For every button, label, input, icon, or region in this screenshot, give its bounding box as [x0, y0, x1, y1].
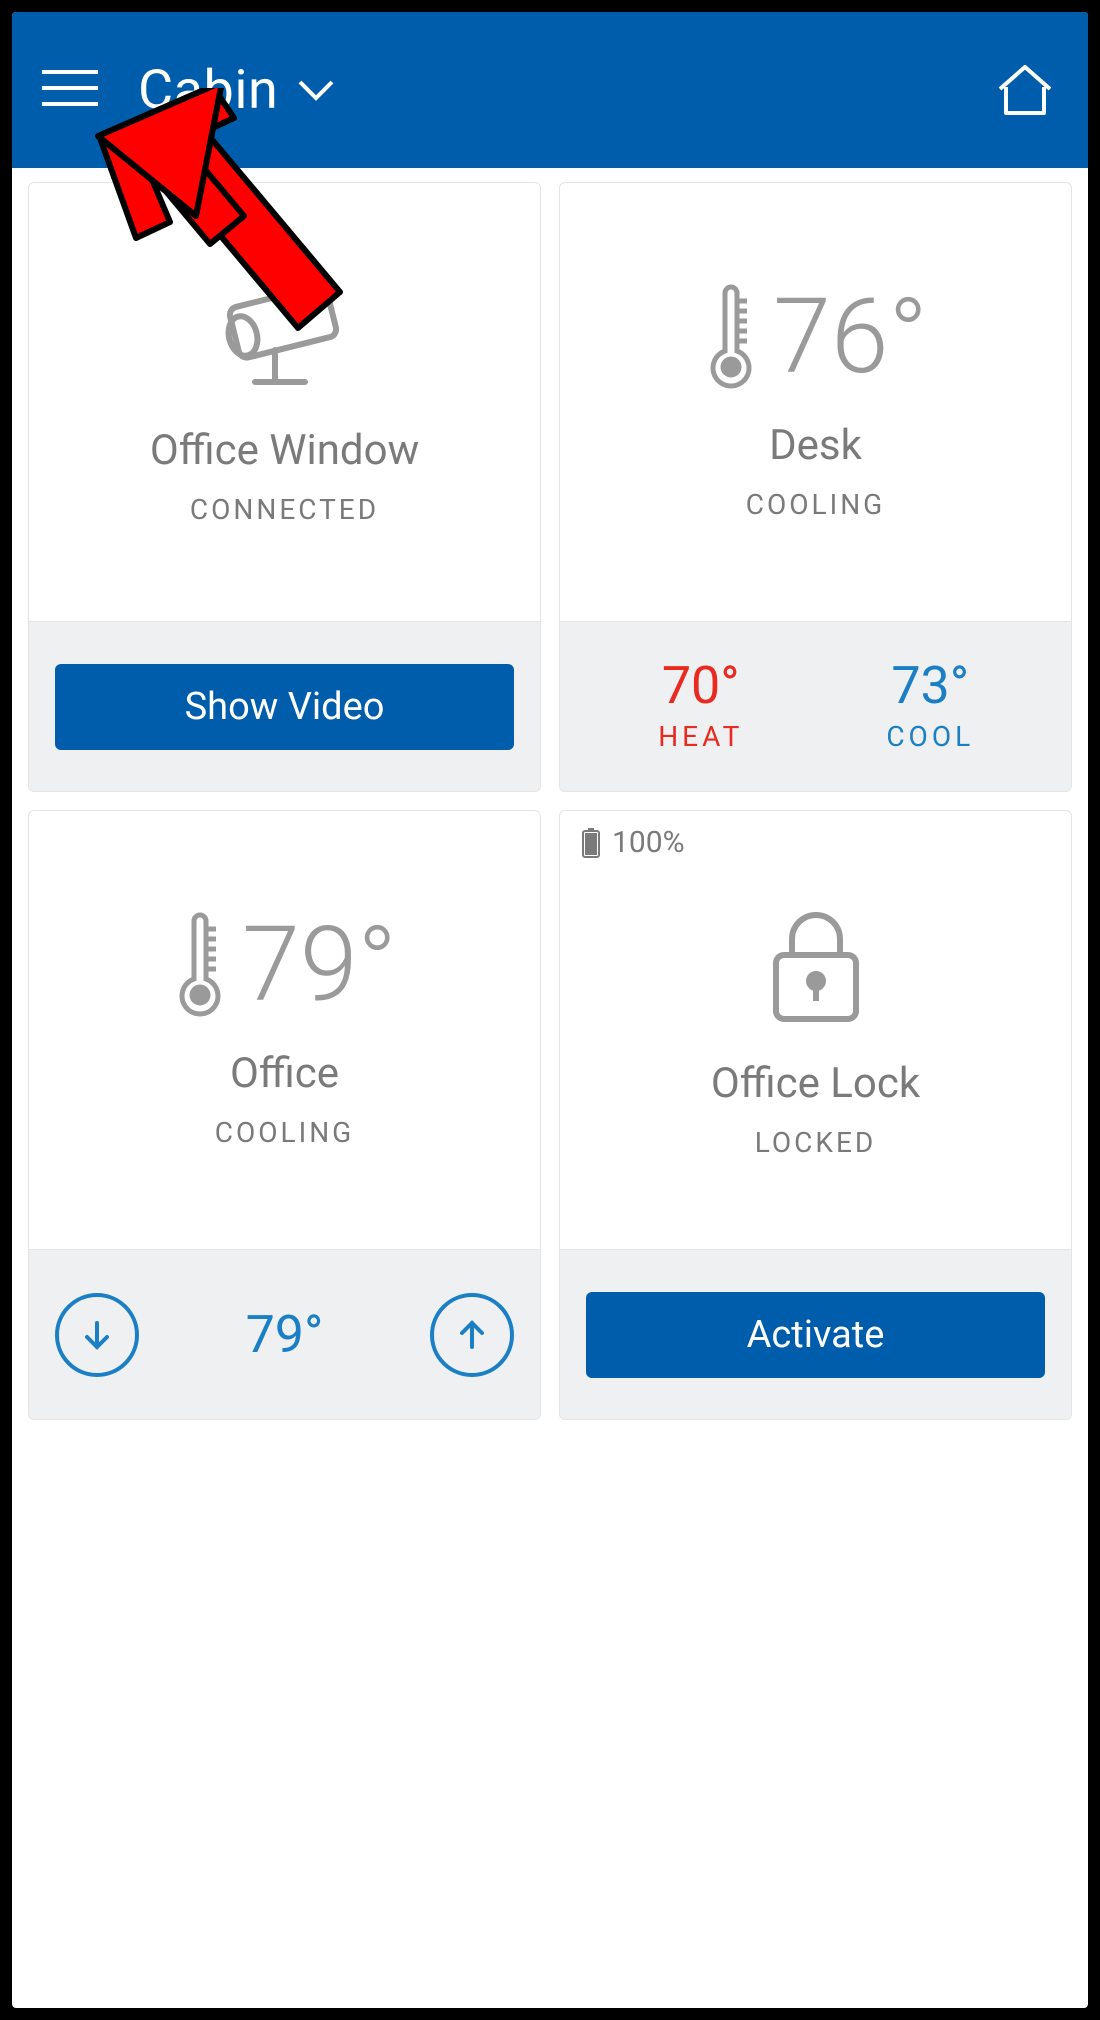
- tile-name: Desk: [769, 421, 862, 470]
- tile-footer: Show Video: [29, 621, 540, 791]
- lock-icon: [756, 901, 876, 1031]
- tile-status: COOLING: [746, 488, 886, 521]
- app-frame: Cabin: [12, 12, 1088, 2008]
- current-temp: 76°: [703, 283, 928, 393]
- location-dropdown[interactable]: Cabin: [138, 59, 336, 122]
- activate-button[interactable]: Activate: [586, 1292, 1045, 1378]
- tile-footer: Activate: [560, 1249, 1071, 1419]
- tile-camera[interactable]: Office Window CONNECTED Show Video: [28, 182, 541, 792]
- battery-value: 100%: [612, 825, 685, 860]
- arrow-down-icon: [79, 1317, 115, 1353]
- chevron-down-icon: [296, 76, 336, 104]
- cool-value: 73°: [816, 660, 1046, 712]
- tile-footer: 79°: [29, 1249, 540, 1419]
- tile-status: LOCKED: [755, 1126, 877, 1159]
- tile-name: Office Lock: [711, 1059, 920, 1108]
- home-icon[interactable]: [994, 59, 1056, 121]
- app-header: Cabin: [12, 12, 1088, 168]
- location-name: Cabin: [138, 59, 278, 122]
- temp-down-button[interactable]: [55, 1293, 139, 1377]
- arrow-up-icon: [454, 1317, 490, 1353]
- heat-label: HEAT: [586, 720, 816, 753]
- cool-setpoint[interactable]: 73° COOL: [816, 660, 1046, 753]
- tile-name: Office: [230, 1049, 339, 1098]
- battery-status: 100%: [580, 825, 685, 860]
- tile-footer: 70° HEAT 73° COOL: [560, 621, 1071, 791]
- menu-icon[interactable]: [42, 70, 98, 110]
- tile-lock[interactable]: 100% Office Lock LOCKED Activate: [559, 810, 1072, 1420]
- tile-status: CONNECTED: [190, 493, 379, 526]
- tile-grid: Office Window CONNECTED Show Video: [12, 168, 1088, 1434]
- tile-body: 76° Desk COOLING: [560, 183, 1071, 621]
- setpoint-value: 79°: [246, 1304, 324, 1365]
- setpoint-stepper: 79°: [55, 1293, 514, 1377]
- temp-value: 79°: [242, 914, 397, 1018]
- tile-thermostat-desk[interactable]: 76° Desk COOLING 70° HEAT 73° COOL: [559, 182, 1072, 792]
- temp-up-button[interactable]: [430, 1293, 514, 1377]
- cool-label: COOL: [816, 720, 1046, 753]
- tile-thermostat-office[interactable]: 79° Office COOLING 79°: [28, 810, 541, 1420]
- heat-setpoint[interactable]: 70° HEAT: [586, 660, 816, 753]
- battery-icon: [580, 827, 602, 859]
- heat-value: 70°: [586, 660, 816, 712]
- camera-icon: [205, 278, 365, 398]
- thermometer-icon: [172, 911, 228, 1021]
- tile-status: COOLING: [215, 1116, 355, 1149]
- tile-body: Office Window CONNECTED: [29, 183, 540, 621]
- tile-name: Office Window: [150, 426, 419, 475]
- current-temp: 79°: [172, 911, 397, 1021]
- thermometer-icon: [703, 283, 759, 393]
- temp-value: 76°: [773, 286, 928, 390]
- tile-body: 79° Office COOLING: [29, 811, 540, 1249]
- tile-body: Office Lock LOCKED: [560, 811, 1071, 1249]
- show-video-button[interactable]: Show Video: [55, 664, 514, 750]
- heat-cool-setpoints: 70° HEAT 73° COOL: [586, 660, 1045, 753]
